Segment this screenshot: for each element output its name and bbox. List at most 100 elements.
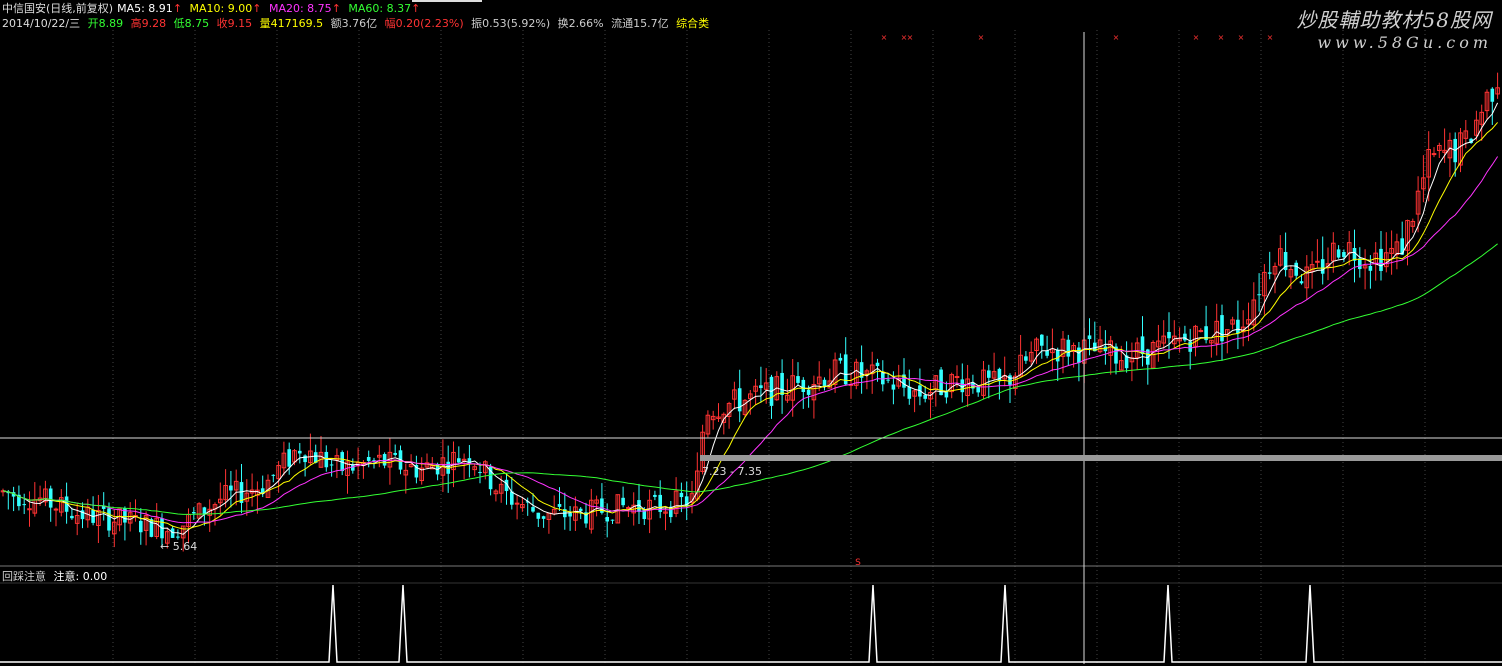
indicator-panel (0, 584, 1502, 663)
candle-body (626, 506, 631, 509)
candle-body (1183, 333, 1187, 341)
candle-body (1066, 339, 1071, 357)
watermark-title: 炒股輔助教材58股网 (1296, 8, 1492, 32)
candle-body (536, 512, 541, 519)
change-label: 幅 (384, 17, 396, 30)
watermark-url: www.58Gu.com (1317, 33, 1492, 52)
candle-body (653, 494, 657, 497)
kline-chart: ← 5.647.23 - 7.35× × × × × × × × ×S (0, 0, 1502, 664)
indicator-value-label: 注意: (53, 570, 80, 583)
ma60-value: MA60: 8.37 (348, 2, 412, 15)
candle-body (1368, 265, 1373, 271)
event-marker: × (1238, 33, 1245, 42)
volume-value: 417169.5 (270, 17, 324, 30)
candle-body (1379, 248, 1383, 271)
candle-body (1040, 334, 1044, 346)
overlays: ← 5.647.23 - 7.35× × × × × × × × ×S (0, 0, 1502, 664)
candles (0, 72, 1500, 552)
indicator-header: 回踩注意 注意: 0.00 (2, 568, 107, 584)
candle-body (679, 492, 684, 498)
candle-body (192, 511, 196, 514)
candle-body (605, 517, 609, 522)
low-price-label: ← 5.64 (160, 540, 197, 553)
open-label: 开 (87, 17, 99, 30)
low-label: 低 (173, 17, 185, 30)
candle-body (298, 450, 302, 454)
candle-body (176, 536, 180, 538)
candle-body (107, 508, 111, 531)
event-marker: × (881, 33, 888, 42)
candle-body (53, 508, 59, 511)
candle-body (271, 474, 276, 476)
candle-body (303, 455, 307, 463)
indicator-name: 回踩注意 (2, 570, 46, 583)
ma5-value: MA5: 8.91 (117, 2, 173, 15)
candle-body (1188, 341, 1192, 352)
event-marker: × (978, 33, 985, 42)
candle-body (610, 519, 615, 521)
candle-body (907, 386, 912, 399)
open-value: 8.89 (98, 17, 124, 30)
candle-body (759, 385, 763, 389)
amplitude-label: 振 (471, 17, 483, 30)
candle-body (1267, 272, 1272, 274)
high-value: 9.28 (141, 17, 167, 30)
candle-body (1358, 258, 1362, 270)
up-arrow-icon: ↑ (411, 2, 421, 15)
ma20-value: MA20: 8.75 (268, 2, 332, 15)
category-badge: 综合类 (676, 17, 710, 30)
candle-body (478, 472, 482, 474)
candle-body (22, 504, 26, 506)
candle-body (1236, 319, 1240, 334)
header-line-1: 中信国安(日线,前复权) MA5: 8.91↑ MA10: 9.00↑ MA20:… (2, 2, 424, 16)
candle-body (568, 513, 572, 517)
candle-body (1008, 375, 1012, 385)
candle-body (557, 504, 562, 507)
candle-body (70, 515, 74, 519)
candle-body (1220, 315, 1224, 342)
candle-body (801, 379, 806, 393)
event-marker: × (1267, 33, 1274, 42)
candle-body (976, 386, 980, 393)
header-line-2: 2014/10/22/三 开8.89 高9.28 低8.75 收9.15 量41… (2, 17, 713, 31)
candle-body (229, 485, 233, 491)
date-value: 2014/10/22/三 (2, 17, 81, 30)
candle-body (393, 452, 397, 455)
candle-body (987, 370, 991, 378)
candle-body (366, 456, 371, 461)
candle-body (382, 454, 387, 466)
grid-lines (0, 30, 1502, 664)
indicator-value: 0.00 (82, 570, 108, 583)
turnover-label: 换 (557, 17, 569, 30)
float-label: 流通 (611, 17, 634, 30)
turnover-value: 2.66% (568, 17, 604, 30)
candle-body (923, 394, 927, 399)
candle-body (170, 528, 175, 538)
candle-body (1336, 249, 1341, 258)
candle-body (1299, 281, 1304, 284)
candle-body (1077, 347, 1081, 363)
change-value: 0.20(2.23%) (395, 17, 464, 30)
amplitude-value: 0.53(5.92%) (482, 17, 551, 30)
candle-body (514, 502, 520, 505)
candle-body (1294, 262, 1298, 276)
amount-value: 3.76亿 (341, 17, 378, 30)
candle-body (1315, 260, 1320, 263)
candle-body (1342, 251, 1346, 258)
stock-chart-window: ← 5.64 7.23 - 7.35 × × × × × × × × × S 中信国安(日线,前复权)… (0, 0, 1502, 666)
candle-body (139, 520, 143, 533)
candle-body (48, 488, 53, 508)
candle-body (1045, 350, 1049, 356)
event-marker: × (907, 33, 914, 42)
candle-body (960, 379, 965, 393)
event-marker: × (1113, 33, 1120, 42)
candle-body (1320, 259, 1325, 274)
close-value: 9.15 (227, 17, 253, 30)
candle-body (531, 507, 535, 512)
up-arrow-icon: ↑ (331, 2, 341, 15)
candle-body (457, 458, 461, 463)
candle-body (510, 491, 514, 505)
candle-body (806, 389, 811, 395)
candle-body (1431, 153, 1437, 156)
gap-range-label: 7.23 - 7.35 (702, 465, 762, 478)
